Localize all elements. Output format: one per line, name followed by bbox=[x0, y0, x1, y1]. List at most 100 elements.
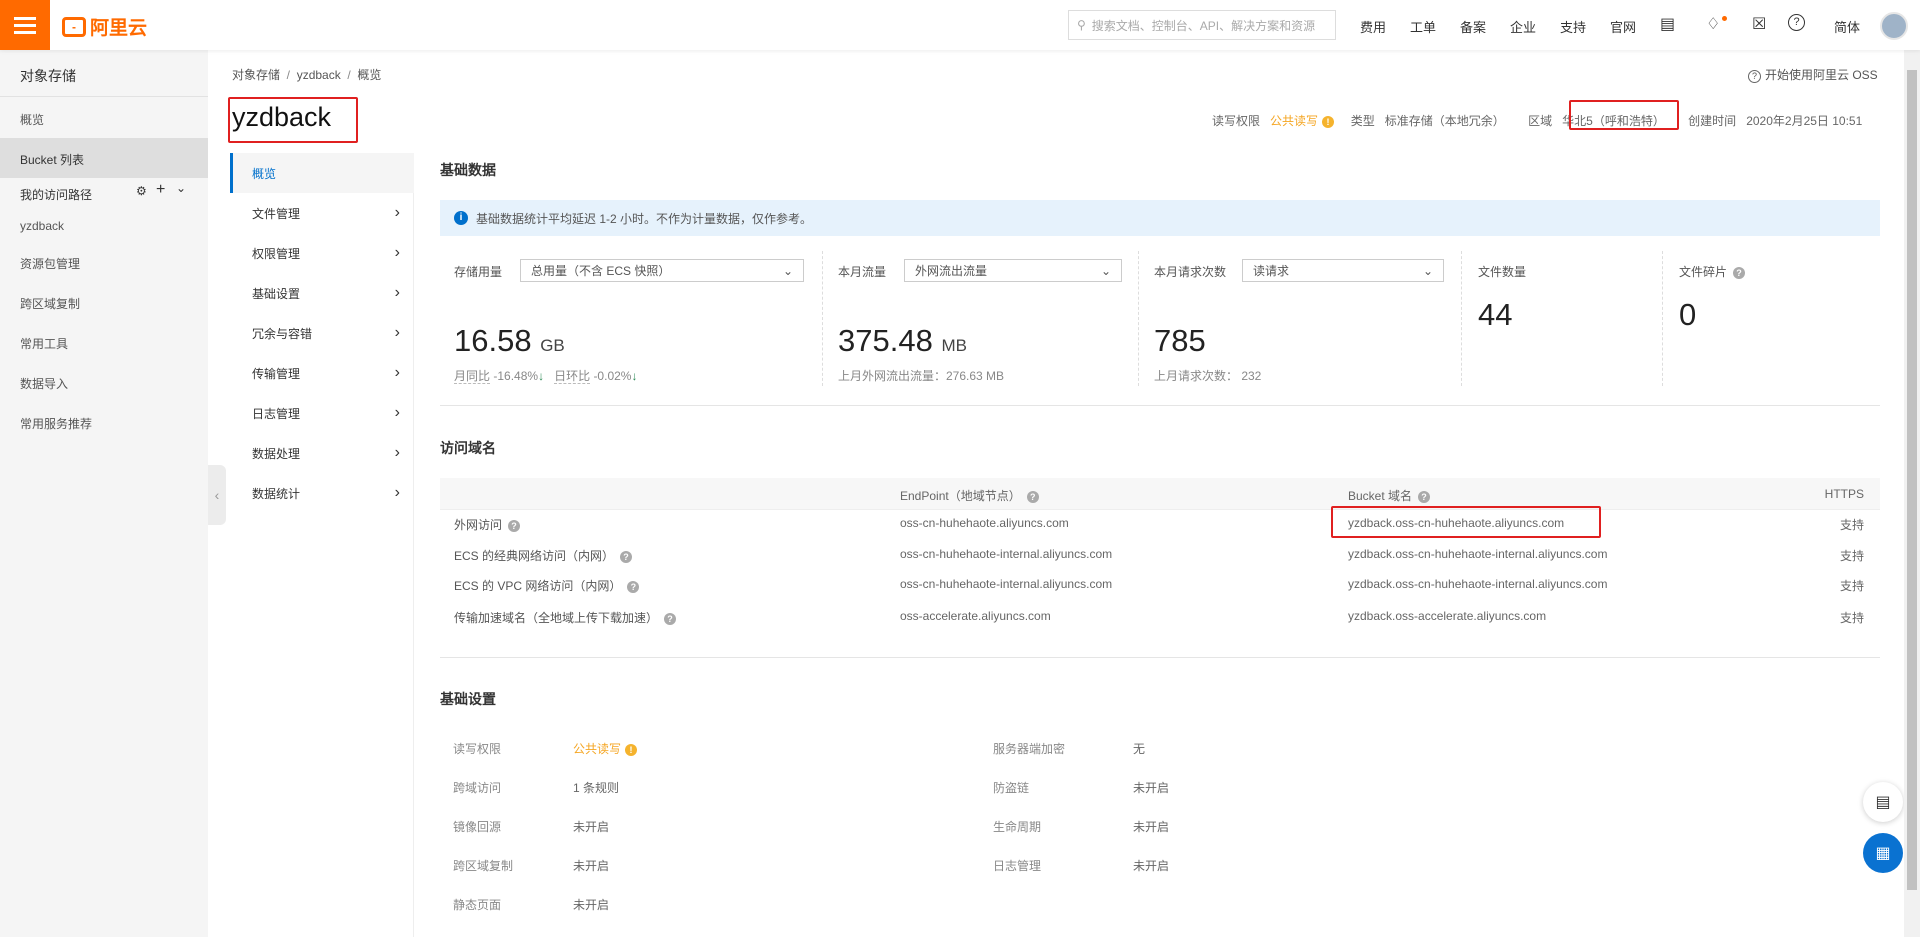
sidebar-item-resource-packs[interactable]: 资源包管理 bbox=[20, 255, 80, 272]
plus-icon[interactable]: + bbox=[156, 181, 165, 199]
subnav-logs[interactable]: 日志管理 › bbox=[230, 393, 414, 433]
type-label: 类型 bbox=[1350, 114, 1375, 128]
setting-value-text: 1 条规则 bbox=[573, 781, 620, 795]
subnav-data-processing[interactable]: 数据处理 › bbox=[230, 433, 414, 473]
sidebar-item-bucket-list[interactable]: Bucket 列表 bbox=[20, 151, 84, 168]
access-type: ECS 的 VPC 网络访问（内网）? bbox=[454, 577, 640, 594]
request-type-select[interactable]: 读请求 ⌄ bbox=[1242, 259, 1444, 282]
top-bar: - 阿里云 ⚲ 搜索文档、控制台、API、解决方案和资源 费用 工单 备案 企业 支… bbox=[0, 0, 1920, 50]
header-https: HTTPS bbox=[1824, 487, 1864, 501]
sidebar-item-cross-region[interactable]: 跨区域复制 bbox=[20, 295, 80, 312]
mom-value: -16.48% bbox=[493, 369, 539, 383]
help-icon[interactable]: ? bbox=[1788, 14, 1805, 31]
subnav-files[interactable]: 文件管理 › bbox=[230, 193, 414, 233]
sidebar-item-recommend[interactable]: 常用服务推荐 bbox=[20, 415, 92, 432]
help-link-text: 开始使用阿里云 OSS bbox=[1765, 68, 1878, 82]
cart-icon[interactable]: ☒ bbox=[1752, 14, 1766, 34]
sidebar-item-yzdback[interactable]: yzdback bbox=[20, 219, 64, 233]
help-link[interactable]: ? 开始使用阿里云 OSS bbox=[1748, 66, 1878, 83]
arrow-down-icon: ↓ bbox=[631, 369, 638, 383]
highlight-box bbox=[228, 97, 358, 143]
info-icon: i bbox=[454, 211, 468, 225]
setting-value: 未开启 bbox=[1133, 820, 1170, 834]
breadcrumb-oss[interactable]: 对象存储 bbox=[232, 68, 280, 82]
scrollbar-thumb[interactable] bbox=[1907, 70, 1917, 890]
subnav-transfer[interactable]: 传输管理 › bbox=[230, 353, 414, 393]
nav-support[interactable]: 支持 bbox=[1560, 17, 1586, 36]
menu-button[interactable] bbox=[0, 0, 50, 50]
chat-button[interactable]: ▤ bbox=[1863, 782, 1903, 822]
storage-type-select[interactable]: 总用量（不含 ECS 快照） ⌄ bbox=[520, 259, 804, 282]
sidebar-item-tools[interactable]: 常用工具 bbox=[20, 335, 68, 352]
subnav-label: 数据处理 bbox=[252, 446, 301, 461]
subnav-basic-settings[interactable]: 基础设置 › bbox=[230, 273, 414, 313]
highlight-box bbox=[1331, 506, 1601, 538]
bell-icon[interactable]: ♢ bbox=[1706, 14, 1720, 34]
help-icon[interactable]: ? bbox=[1418, 490, 1431, 503]
setting-label: 防盗链 bbox=[993, 781, 1030, 795]
help-icon[interactable]: ? bbox=[620, 550, 633, 563]
requests-label: 本月请求次数 bbox=[1154, 265, 1227, 279]
help-icon[interactable]: ? bbox=[627, 580, 640, 593]
help-icon[interactable]: ? bbox=[1026, 490, 1039, 503]
created-value: 2020年2月25日 10:51 bbox=[1746, 114, 1863, 128]
sidebar-item-data-import[interactable]: 数据导入 bbox=[20, 375, 68, 392]
search-icon: ⚲ bbox=[1077, 18, 1086, 32]
traffic-type-select[interactable]: 外网流出流量 ⌄ bbox=[904, 259, 1122, 282]
breadcrumb-bucket[interactable]: yzdback bbox=[297, 68, 341, 82]
help-icon[interactable]: ? bbox=[508, 519, 521, 532]
avatar[interactable] bbox=[1880, 12, 1908, 40]
subnav-overview[interactable]: 概览 bbox=[230, 153, 414, 193]
nav-icp[interactable]: 备案 bbox=[1460, 17, 1486, 36]
select-value: 外网流出流量 bbox=[915, 264, 988, 278]
subnav-label: 传输管理 bbox=[252, 366, 301, 381]
storage-value: 16.58 GB bbox=[454, 323, 565, 359]
subnav-label: 文件管理 bbox=[252, 206, 301, 221]
setting-value-text: 公共读写 bbox=[573, 742, 622, 756]
setting-value: 未开启 bbox=[1133, 781, 1170, 795]
acl-value: 公共读写 bbox=[1270, 114, 1319, 128]
https-support: 支持 bbox=[1840, 611, 1865, 625]
nav-official-site[interactable]: 官网 bbox=[1610, 17, 1636, 36]
fragments-card: 文件碎片? 0 bbox=[1679, 251, 1869, 386]
access-type-text: 外网访问 bbox=[454, 518, 503, 532]
apps-button[interactable]: ▦ bbox=[1863, 833, 1903, 873]
terminal-icon[interactable]: ▤ bbox=[1660, 14, 1675, 34]
chevron-down-icon[interactable]: ⌄ bbox=[176, 181, 186, 195]
header-bucket-domain: Bucket 域名? bbox=[1348, 487, 1431, 504]
access-type-text: ECS 的 VPC 网络访问（内网） bbox=[454, 579, 622, 593]
gear-icon[interactable]: ⚙ bbox=[136, 184, 147, 198]
subnav-redundancy[interactable]: 冗余与容错 › bbox=[230, 313, 414, 353]
section-heading-basic-data: 基础数据 bbox=[440, 162, 496, 178]
mom-label: 月同比 bbox=[454, 369, 491, 384]
unit: GB bbox=[540, 336, 565, 355]
search-input[interactable]: ⚲ 搜索文档、控制台、API、解决方案和资源 bbox=[1068, 10, 1336, 40]
requests-last-month: 上月请求次数： 232 bbox=[1154, 369, 1262, 383]
access-type: 传输加速域名（全地域上传下载加速）? bbox=[454, 609, 677, 626]
help-icon[interactable]: ? bbox=[1733, 266, 1746, 279]
collapse-sidebar-button[interactable]: ‹ bbox=[208, 465, 226, 525]
language-switch[interactable]: 简体 bbox=[1834, 17, 1860, 36]
setting-label: 静态页面 bbox=[453, 898, 502, 912]
scrollbar[interactable] bbox=[1904, 50, 1920, 937]
subnav-permissions[interactable]: 权限管理 › bbox=[230, 233, 414, 273]
help-icon[interactable]: ? bbox=[664, 612, 677, 625]
aliyun-logo[interactable]: - 阿里云 bbox=[62, 13, 147, 40]
bucket-domain: yzdback.oss-cn-huhehaote-internal.aliyun… bbox=[1348, 547, 1608, 561]
bucket-domain: yzdback.oss-accelerate.aliyuncs.com bbox=[1348, 609, 1547, 623]
nav-enterprise[interactable]: 企业 bbox=[1510, 17, 1536, 36]
endpoint: oss-cn-huhehaote-internal.aliyuncs.com bbox=[900, 577, 1113, 591]
region-label: 区域 bbox=[1528, 114, 1553, 128]
nav-fees[interactable]: 费用 bbox=[1360, 17, 1386, 36]
https-support: 支持 bbox=[1840, 549, 1865, 563]
fragments-label: 文件碎片? bbox=[1679, 263, 1746, 280]
warning-icon: ! bbox=[1322, 115, 1335, 128]
subnav-label: 权限管理 bbox=[252, 246, 301, 261]
access-type-text: 传输加速域名（全地域上传下载加速） bbox=[454, 611, 659, 625]
setting-label: 跨区域复制 bbox=[453, 859, 514, 873]
nav-tickets[interactable]: 工单 bbox=[1410, 17, 1436, 36]
sidebar-item-overview[interactable]: 概览 bbox=[20, 111, 44, 128]
logo-text: 阿里云 bbox=[90, 18, 148, 39]
chevron-down-icon: ⌄ bbox=[1422, 263, 1433, 278]
subnav-statistics[interactable]: 数据统计 › bbox=[230, 473, 414, 513]
